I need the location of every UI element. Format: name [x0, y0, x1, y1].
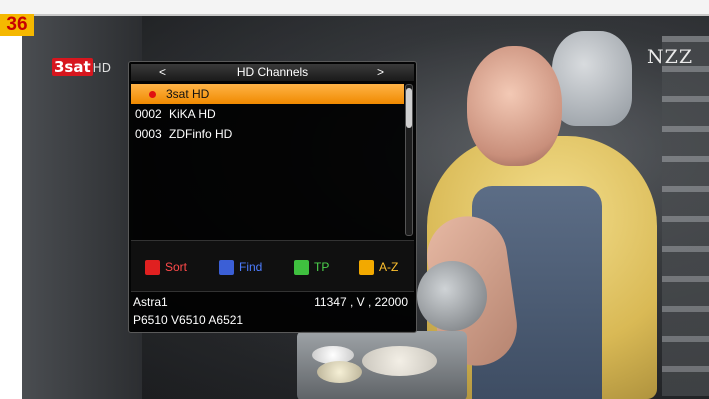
channel-list-osd: < HD Channels > 3sat HD 0002 KiKA HD 0003… — [128, 61, 417, 333]
sort-key-label: Sort — [165, 260, 188, 274]
az-key-label: A-Z — [379, 260, 399, 274]
channel-row[interactable]: 0003 ZDFinfo HD — [131, 124, 404, 144]
list-scrollbar[interactable] — [405, 84, 413, 236]
next-group-arrow[interactable]: > — [377, 64, 384, 81]
sort-key[interactable]: Sort — [145, 259, 188, 276]
prev-group-arrow[interactable]: < — [159, 64, 166, 81]
yellow-key-icon — [359, 260, 374, 276]
broadcaster-watermark: NZZ — [647, 46, 694, 68]
tp-key-label: TP — [314, 260, 330, 274]
channel-number: 0002 — [135, 107, 162, 121]
channel-logo-hd: HD — [92, 61, 111, 75]
kitchen-rack — [662, 36, 709, 396]
channel-name: KiKA HD — [169, 107, 216, 121]
channel-number: 0003 — [135, 127, 162, 141]
plastic-bag — [552, 31, 632, 126]
osd-header: < HD Channels > — [131, 64, 414, 81]
flour-bowl — [362, 346, 437, 376]
channel-logo-name: 3sat — [52, 58, 93, 76]
find-key-label: Find — [239, 260, 263, 274]
crumb-bowl — [317, 361, 362, 383]
red-key-icon — [145, 260, 160, 276]
find-key[interactable]: Find — [219, 259, 263, 276]
channel-name: ZDFinfo HD — [169, 127, 233, 141]
az-key[interactable]: A-Z — [359, 259, 399, 276]
channel-list: 3sat HD 0002 KiKA HD 0003 ZDFinfo HD — [131, 84, 404, 234]
channel-name: 3sat HD — [166, 87, 210, 101]
pid-info: P6510 V6510 A6521 — [133, 313, 244, 327]
blue-key-icon — [219, 260, 234, 276]
channel-row[interactable]: 0002 KiKA HD — [131, 104, 404, 124]
steel-pot — [417, 261, 487, 331]
satellite-name: Astra1 — [133, 295, 168, 309]
channel-number-badge: 36 — [0, 14, 34, 36]
green-key-icon — [294, 260, 309, 276]
color-key-bar: Sort Find TP A-Z — [131, 240, 414, 292]
signal-info: Astra1 11347 , V , 22000 P6510 V6510 A65… — [131, 294, 414, 330]
transponder-info: 11347 , V , 22000 — [314, 295, 408, 309]
tp-key[interactable]: TP — [294, 259, 330, 276]
top-strip — [0, 0, 709, 16]
group-title: HD Channels — [236, 65, 309, 79]
playing-indicator-icon — [149, 91, 156, 99]
channel-row[interactable]: 3sat HD — [131, 84, 404, 104]
chef-head — [467, 46, 562, 166]
channel-logo: 3sat HD — [52, 58, 111, 76]
scrollbar-thumb[interactable] — [406, 88, 412, 128]
